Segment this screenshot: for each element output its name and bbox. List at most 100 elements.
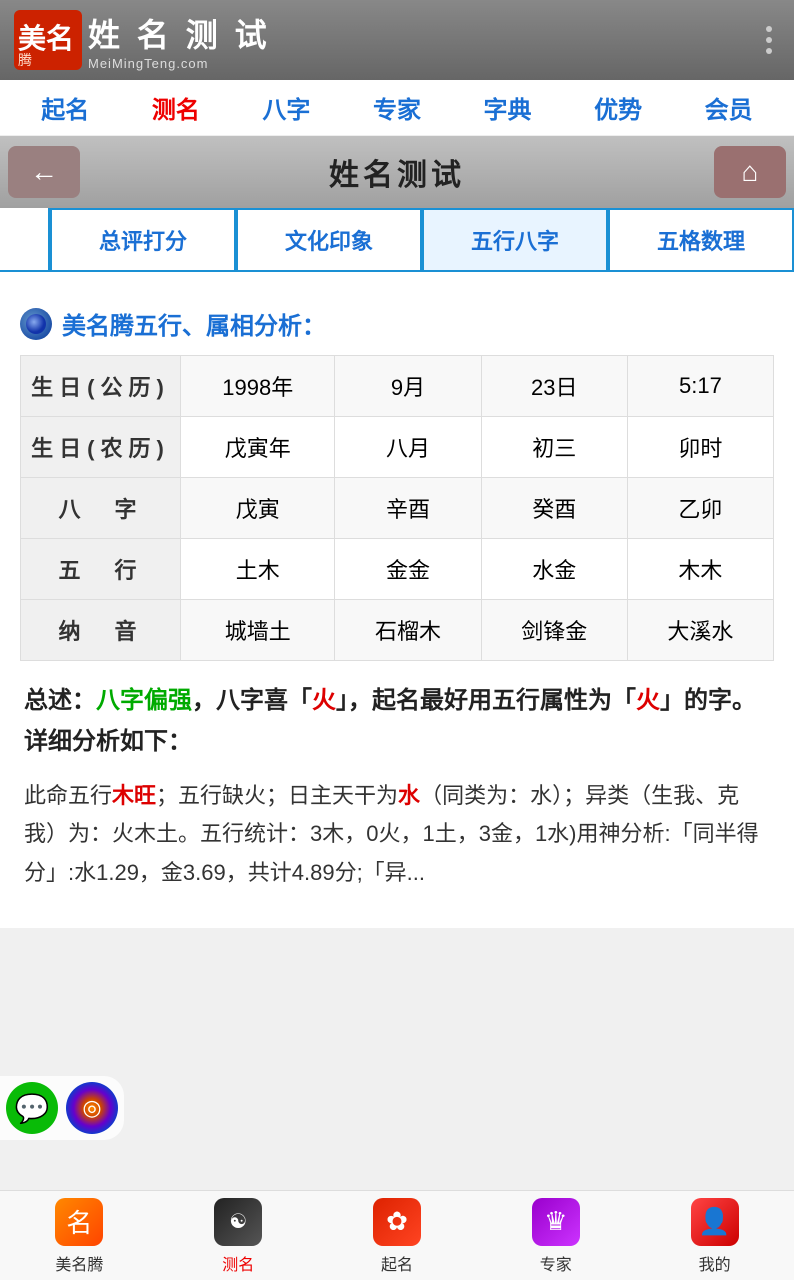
home-icon: ⌂ [742,156,759,188]
section-title-text: 美名腾五行、属相分析： [62,306,326,341]
cell-bazi-1: 戊寅 [181,478,335,539]
menu-dots[interactable] [758,18,780,62]
row-header-wuxing: 五 行 [21,539,181,600]
cell-ny-3: 剑锋金 [481,600,627,661]
floating-icons: 💬 ◎ [0,1076,124,1140]
bottom-nav-qiming[interactable]: ✿ 起名 [318,1191,477,1280]
summary-body: 此命五行木旺；五行缺火；日主天干为水（同类为：水）；异类（生我、克我）为：火木土… [24,777,770,893]
body1-cont: ；五行缺火；日主天干为 [156,783,398,808]
wode-icon-wrap: 👤 [690,1197,740,1247]
section-icon [20,308,52,340]
cell-lunar-year: 戊寅年 [181,417,335,478]
cell-ny-1: 城墙土 [181,600,335,661]
nav-qiming[interactable]: 起名 [31,84,99,131]
page-title-bar: ← 姓名测试 ⌂ [0,136,794,208]
bottom-nav-meimingteng[interactable]: 名 美名腾 [0,1191,159,1280]
dot1 [766,26,772,32]
bottom-nav-cename-label: 测名 [222,1251,254,1275]
table-row-lunar: 生日(农历) 戊寅年 八月 初三 卯时 [21,417,774,478]
tab-wenhua[interactable]: 文化印象 [236,208,422,270]
table-row-nayin: 纳 音 城墙土 石榴木 剑锋金 大溪水 [21,600,774,661]
cell-day: 23日 [481,356,627,417]
header: 美名 腾 姓 名 测 试 MeiMingTeng.com [0,0,794,80]
row-header-solar: 生日(公历) [21,356,181,417]
logo-text: 姓 名 测 试 MeiMingTeng.com [88,10,271,71]
main-content: 美名腾五行、属相分析： 生日(公历) 1998年 9月 23日 5:17 生日(… [0,272,794,928]
nav-zhuanjia[interactable]: 专家 [363,84,431,131]
nav-zidian[interactable]: 字典 [474,84,542,131]
tab-wuxing[interactable]: 五行八字 [422,208,608,270]
nav-cename[interactable]: 测名 [142,84,210,131]
dot2 [766,37,772,43]
bottom-nav-cename[interactable]: ☯ 测名 [159,1191,318,1280]
cell-month: 9月 [335,356,481,417]
tab-zongping[interactable]: 总评打分 [50,208,236,270]
cell-wx-4: 木木 [627,539,773,600]
cell-lunar-month: 八月 [335,417,481,478]
info-table: 生日(公历) 1998年 9月 23日 5:17 生日(农历) 戊寅年 八月 初… [20,355,774,661]
svg-text:腾: 腾 [18,52,32,69]
summary-title: 总述：八字偏强，八字喜「火」，起名最好用五行属性为「火」的字。详细分析如下： [24,681,770,763]
logo-sub-text: MeiMingTeng.com [88,56,271,71]
qiming-icon: ✿ [373,1198,421,1246]
meimingteng-icon: 名 [55,1198,103,1246]
cell-wx-3: 水金 [481,539,627,600]
cename-icon-wrap: ☯ [213,1197,263,1247]
nav-bar: 起名 测名 八字 专家 字典 优势 会员 [0,80,794,136]
camera-icon[interactable]: ◎ [66,1082,118,1134]
wode-icon: 👤 [691,1198,739,1246]
cell-lunar-time: 卯时 [627,417,773,478]
row-header-nayin: 纳 音 [21,600,181,661]
tab-wuge[interactable]: 五格数理 [608,208,794,270]
cell-ny-2: 石榴木 [335,600,481,661]
bottom-nav-wode[interactable]: 👤 我的 [635,1191,794,1280]
nav-huiyuan[interactable]: 会员 [695,84,763,131]
nav-youshi[interactable]: 优势 [584,84,652,131]
nav-bazi[interactable]: 八字 [252,84,320,131]
back-arrow-icon: ← [30,156,58,188]
cell-time: 5:17 [627,356,773,417]
row-header-lunar: 生日(农历) [21,417,181,478]
summary-section: 总述：八字偏强，八字喜「火」，起名最好用五行属性为「火」的字。详细分析如下： 此… [20,681,774,892]
page-title: 姓名测试 [329,150,465,194]
cell-bazi-4: 乙卯 [627,478,773,539]
cell-bazi-2: 辛酉 [335,478,481,539]
cell-ny-4: 大溪水 [627,600,773,661]
summary-part1: 八字偏强 [96,687,192,714]
back-button[interactable]: ← [8,146,80,198]
summary-p1s: ，八字喜「 [192,687,312,714]
bottom-nav-zhuanjia[interactable]: ♛ 专家 [476,1191,635,1280]
zhuanjia-icon: ♛ [532,1198,580,1246]
summary-fire1: 火 [312,687,336,714]
cell-bazi-3: 癸酉 [481,478,627,539]
meimingteng-icon-wrap: 名 [54,1197,104,1247]
logo-main-text: 姓 名 测 试 [88,10,271,56]
wechat-icon[interactable]: 💬 [6,1082,58,1134]
summary-fire2: 火 [636,687,660,714]
bottom-nav: 名 美名腾 ☯ 测名 ✿ 起名 ♛ 专家 👤 [0,1190,794,1280]
bottom-nav-wode-label: 我的 [699,1251,731,1275]
cell-wx-2: 金金 [335,539,481,600]
bottom-nav-zhuanjia-label: 专家 [540,1251,572,1275]
svg-text:美名: 美名 [18,23,74,55]
table-row-bazi: 八 字 戊寅 辛酉 癸酉 乙卯 [21,478,774,539]
table-row-solar: 生日(公历) 1998年 9月 23日 5:17 [21,356,774,417]
body1-bold2: 水 [398,783,420,808]
cell-wx-1: 土木 [181,539,335,600]
qiming-icon-wrap: ✿ [372,1197,422,1247]
tab-bar: 总评打分 文化印象 五行八字 五格数理 [0,208,794,272]
body1: 此命五行 [24,783,112,808]
dot3 [766,48,772,54]
table-row-wuxing: 五 行 土木 金金 水金 木木 [21,539,774,600]
logo: 美名 腾 姓 名 测 试 MeiMingTeng.com [14,10,271,71]
bottom-nav-meimingteng-label: 美名腾 [55,1251,103,1275]
tab-spacer [0,208,50,270]
summary-label: 总述： [24,687,96,714]
home-button[interactable]: ⌂ [714,146,786,198]
zhuanjia-icon-wrap: ♛ [531,1197,581,1247]
section-title: 美名腾五行、属相分析： [20,306,774,341]
summary-p2s: 」，起名最好用五行属性为「 [336,687,636,714]
bottom-nav-qiming-label: 起名 [381,1251,413,1275]
cell-lunar-day: 初三 [481,417,627,478]
cell-year: 1998年 [181,356,335,417]
